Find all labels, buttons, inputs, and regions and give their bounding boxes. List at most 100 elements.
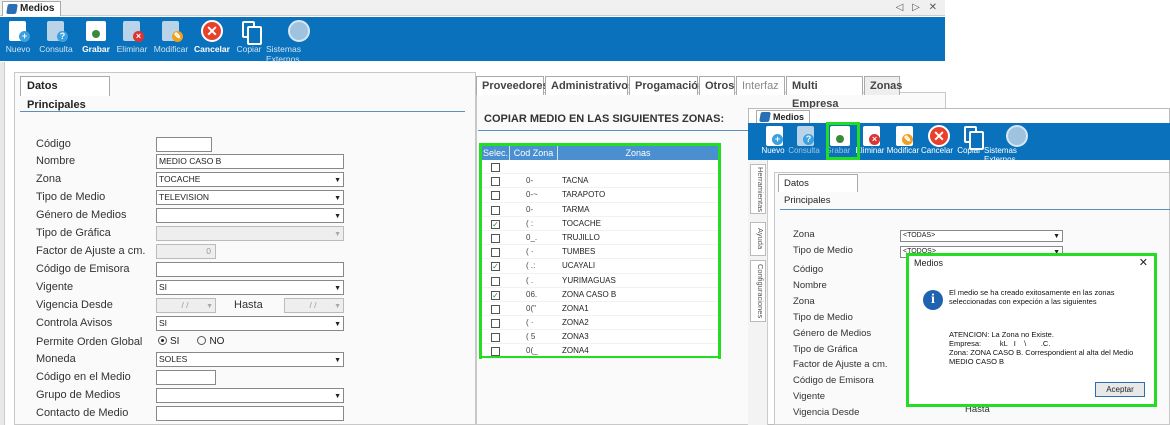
cancelar-button[interactable]: ✕ Cancelar [192, 17, 232, 54]
copiar-icon [237, 20, 262, 45]
cod-zona-cell: ( · [526, 247, 534, 257]
cancelar-icon: ✕ [927, 125, 950, 147]
tab-zonas[interactable]: Zonas [864, 76, 902, 95]
genero-select[interactable] [156, 208, 344, 223]
divider [780, 209, 1170, 210]
radio-no[interactable] [197, 336, 207, 345]
checkbox[interactable] [491, 205, 500, 215]
modificar-label: Modificar [886, 146, 920, 155]
table-row[interactable]: 0- TARMA [482, 203, 718, 217]
controla-select[interactable]: SI [156, 316, 344, 331]
checkbox[interactable] [491, 248, 500, 258]
table-row[interactable]: ( . YURIMAGUAS [482, 274, 718, 288]
tab-multi-empresa[interactable]: Multi Empresa [786, 76, 863, 110]
win2-cancelar-button[interactable]: ✕ Cancelar [920, 123, 954, 155]
win2-consulta-button[interactable]: ? Consulta [786, 123, 822, 155]
grupo-select[interactable] [156, 388, 344, 403]
zona-cell: ZONA CASO B [562, 289, 617, 299]
contacto-field[interactable] [156, 406, 344, 421]
radio-si[interactable] [158, 336, 167, 345]
checkbox[interactable] [491, 177, 500, 187]
table-row[interactable]: 0(" ZONA1 [482, 302, 718, 317]
header-selec[interactable]: Selec. [482, 146, 510, 160]
checkbox[interactable] [491, 333, 500, 343]
copiar-button[interactable]: Copiar [232, 17, 266, 54]
select-cell [482, 174, 510, 187]
aceptar-button[interactable]: Aceptar [1095, 382, 1145, 397]
vigente-select[interactable]: SI [156, 280, 344, 295]
dialog-line1: El medio se ha creado exitosamente en la… [949, 288, 1115, 297]
grupo-label: Grupo de Medios [36, 389, 121, 401]
tab-progamación[interactable]: Progamación [629, 76, 705, 95]
table-row[interactable] [482, 160, 718, 175]
tipo-grafica-label: Tipo de Gráfica [36, 227, 111, 239]
vtab-ayuda[interactable]: Ayuda [750, 222, 766, 256]
checkbox[interactable] [491, 276, 500, 286]
zona-cell: TARAPOTO [562, 190, 606, 200]
nuevo-button[interactable]: + Nuevo [2, 17, 34, 54]
checkbox[interactable] [491, 233, 500, 243]
win2-sistemas-button[interactable]: Sistemas Externos [984, 123, 1046, 164]
win2-copiar-button[interactable]: Copiar [954, 123, 984, 155]
vtab-herramientas[interactable]: Herramientas [750, 164, 766, 214]
tab-interfaz[interactable]: Interfaz [736, 76, 785, 95]
codigo-field[interactable] [156, 137, 212, 152]
checkbox[interactable] [491, 191, 500, 201]
vig-desde-label: Vigencia Desde [36, 299, 113, 311]
checkbox-checked[interactable]: ✓ [491, 219, 500, 229]
contacto-label: Contacto de Medio [36, 407, 129, 419]
moneda-label: Moneda [36, 353, 76, 365]
window-controls[interactable]: ◁ ▷ ✕ [896, 2, 940, 13]
modificar-button[interactable]: ✎ Modificar [150, 17, 192, 54]
tab-administrativos[interactable]: Administrativos [545, 76, 634, 95]
table-row[interactable]: ✓ ( .: UCAYALI [482, 259, 718, 274]
moneda-select[interactable]: SOLES [156, 352, 344, 367]
close-icon[interactable]: ✕ [1139, 256, 1154, 272]
dialog-title: Medios [914, 258, 944, 268]
vtab-configuraciones[interactable]: Configuraciones [750, 260, 766, 322]
checkbox[interactable] [491, 319, 500, 329]
header-zonas[interactable]: Zonas [558, 146, 718, 160]
header-cod-zona[interactable]: Cod Zona [510, 146, 558, 160]
win2-modificar-button[interactable]: ✎ Modificar [886, 123, 920, 155]
win2-zona-select[interactable]: <TODAS> [900, 230, 1063, 242]
table-row[interactable]: 0(_ ZONA4 [482, 344, 718, 359]
consulta-label: Consulta [39, 44, 73, 54]
checkbox-checked[interactable]: ✓ [491, 262, 500, 272]
win2-tab-datos[interactable]: Datos Principales [778, 174, 858, 206]
table-row[interactable]: 0-~ TARAPOTO [482, 188, 718, 203]
table-row[interactable]: 0- TACNA [482, 174, 718, 189]
consulta-button[interactable]: ? Consulta [34, 17, 78, 54]
table-row[interactable]: ( · TUMBES [482, 245, 718, 260]
table-row[interactable]: 0_. TRUJILLO [482, 231, 718, 246]
sistemas-button[interactable]: Sistemas Externos [266, 17, 332, 64]
window-tab[interactable]: Medios [2, 1, 62, 16]
table-row[interactable]: ✓ 06. ZONA CASO B [482, 288, 718, 302]
checkbox[interactable] [491, 163, 500, 172]
win2-label-8: Vigente [793, 391, 826, 402]
table-row[interactable]: ✓ ( : TOCACHE [482, 217, 718, 231]
tab-proveedores[interactable]: Proveedores [476, 76, 549, 95]
genero-label: Género de Medios [36, 209, 127, 221]
emisora-field[interactable] [156, 262, 344, 277]
zona-select[interactable]: TOCACHE [156, 172, 344, 187]
zonas-grid: Selec. Cod Zona Zonas 0- TACNA 0-~ TARAPOTO… [479, 143, 721, 359]
dialog-line4: Empresa: kL I \ .C. [949, 339, 1051, 348]
table-row[interactable]: ( 5 ZONA3 [482, 330, 718, 345]
checkbox-checked[interactable]: ✓ [491, 290, 500, 300]
copiar-label: Copiar [236, 44, 262, 54]
win2-toolbar: + Nuevo? Consulta Grabar × Eliminar ✎ Modificar… [748, 123, 1170, 164]
consulta-icon: ? [794, 125, 814, 146]
win2-tab[interactable]: Medios [756, 110, 811, 123]
eliminar-button[interactable]: × Eliminar [114, 17, 150, 54]
checkbox[interactable] [491, 347, 500, 357]
grabar-button[interactable]: Grabar [78, 17, 114, 54]
win2-nuevo-button[interactable]: + Nuevo [760, 123, 786, 155]
tipo-medio-select[interactable]: TELEVISION [156, 190, 344, 205]
checkbox[interactable] [491, 304, 500, 314]
tab-datos-principales[interactable]: Datos Principales [20, 76, 110, 111]
cod-medio-field[interactable] [156, 370, 216, 385]
nombre-field[interactable]: MEDIO CASO B [156, 154, 344, 169]
table-row[interactable]: ( · ZONA2 [482, 316, 718, 331]
tab-otros[interactable]: Otros [699, 76, 735, 95]
